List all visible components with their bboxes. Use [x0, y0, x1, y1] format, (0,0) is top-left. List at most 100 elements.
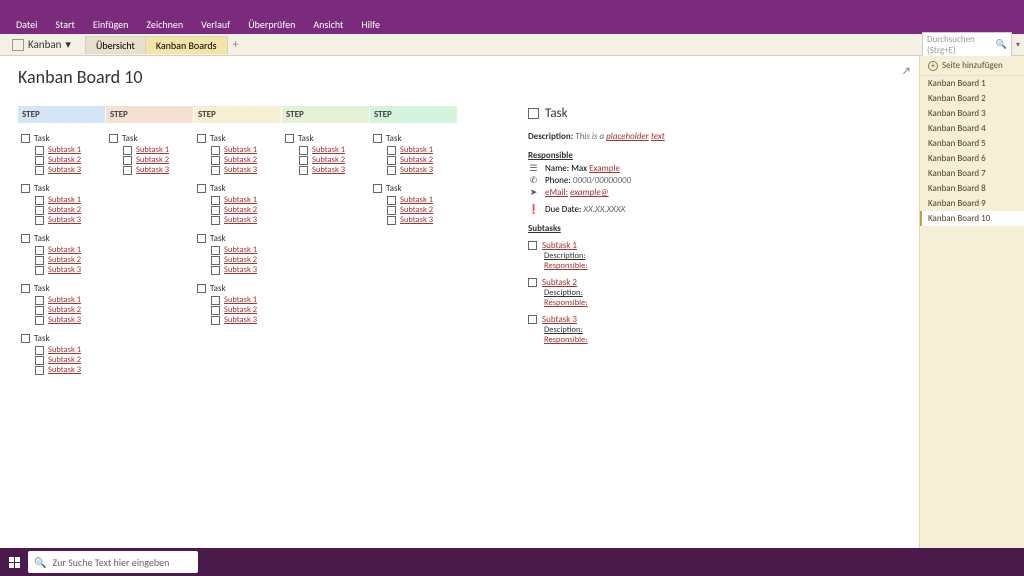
subtask-checkbox[interactable]: [35, 296, 44, 305]
page-canvas[interactable]: ↗ Kanban Board 10 STEPSTEPSTEPSTEPSTEP T…: [0, 56, 919, 548]
subtask-link[interactable]: Subtask 2: [400, 155, 433, 165]
search-scope-chevron-icon[interactable]: ▾: [1016, 40, 1020, 50]
subtask-checkbox[interactable]: [299, 166, 308, 175]
fullscreen-toggle-icon[interactable]: ↗: [902, 64, 911, 77]
subtask-checkbox[interactable]: [211, 316, 220, 325]
subtask-link[interactable]: Subtask 1: [48, 195, 81, 205]
subtask-link[interactable]: Subtask 3: [542, 314, 577, 325]
subtask-link[interactable]: Subtask 3: [400, 165, 433, 175]
subtask-link[interactable]: Subtask 3: [48, 215, 81, 225]
subtask-checkbox[interactable]: [211, 216, 220, 225]
subtask-link[interactable]: Subtask 2: [136, 155, 169, 165]
subtask-checkbox[interactable]: [35, 366, 44, 375]
subtask-link[interactable]: Subtask 3: [48, 265, 81, 275]
subtask-link[interactable]: Subtask 3: [48, 315, 81, 325]
page-list-item[interactable]: Kanban Board 8: [920, 181, 1024, 196]
subtask-checkbox[interactable]: [387, 196, 396, 205]
subtask-checkbox[interactable]: [387, 166, 396, 175]
subtask-checkbox[interactable]: [35, 356, 44, 365]
subtask-checkbox[interactable]: [299, 156, 308, 165]
subtask-checkbox[interactable]: [123, 166, 132, 175]
subtask-link[interactable]: Subtask 2: [48, 155, 81, 165]
subtask-checkbox[interactable]: [528, 241, 537, 250]
subtask-checkbox[interactable]: [35, 206, 44, 215]
menu-start[interactable]: Start: [47, 16, 82, 33]
section-tab[interactable]: Kanban Boards: [145, 36, 228, 54]
subtask-link[interactable]: Subtask 3: [224, 315, 257, 325]
subtask-link[interactable]: Subtask 2: [224, 305, 257, 315]
task-checkbox[interactable]: [197, 134, 206, 143]
task-checkbox[interactable]: [373, 184, 382, 193]
subtask-link[interactable]: Subtask 1: [400, 195, 433, 205]
task-checkbox[interactable]: [109, 134, 118, 143]
page-list-item[interactable]: Kanban Board 6: [920, 151, 1024, 166]
page-list-item[interactable]: Kanban Board 1: [920, 76, 1024, 91]
page-list-item[interactable]: Kanban Board 10: [920, 211, 1024, 226]
task-checkbox[interactable]: [528, 108, 539, 119]
subtask-checkbox[interactable]: [35, 306, 44, 315]
subtask-link[interactable]: Subtask 1: [224, 245, 257, 255]
subtask-checkbox[interactable]: [35, 166, 44, 175]
page-list-item[interactable]: Kanban Board 5: [920, 136, 1024, 151]
page-list-item[interactable]: Kanban Board 4: [920, 121, 1024, 136]
menu-hilfe[interactable]: Hilfe: [353, 16, 388, 33]
subtask-link[interactable]: Subtask 1: [224, 295, 257, 305]
subtask-checkbox[interactable]: [387, 216, 396, 225]
menu-datei[interactable]: Datei: [8, 16, 45, 33]
page-list-item[interactable]: Kanban Board 3: [920, 106, 1024, 121]
subtask-link[interactable]: Subtask 1: [224, 145, 257, 155]
subtask-checkbox[interactable]: [387, 156, 396, 165]
subtask-link[interactable]: Subtask 3: [400, 215, 433, 225]
subtask-link[interactable]: Subtask 2: [48, 305, 81, 315]
task-checkbox[interactable]: [197, 284, 206, 293]
subtask-link[interactable]: Subtask 1: [224, 195, 257, 205]
page-list-item[interactable]: Kanban Board 7: [920, 166, 1024, 181]
start-button[interactable]: [0, 548, 28, 576]
subtask-link[interactable]: Subtask 1: [312, 145, 345, 155]
subtask-checkbox[interactable]: [123, 156, 132, 165]
subtask-checkbox[interactable]: [211, 246, 220, 255]
subtask-link[interactable]: Subtask 2: [400, 205, 433, 215]
menu-überprüfen[interactable]: Überprüfen: [240, 16, 303, 33]
subtask-checkbox[interactable]: [211, 266, 220, 275]
subtask-link[interactable]: Subtask 1: [400, 145, 433, 155]
page-list-item[interactable]: Kanban Board 2: [920, 91, 1024, 106]
subtask-checkbox[interactable]: [35, 196, 44, 205]
subtask-checkbox[interactable]: [35, 316, 44, 325]
subtask-link[interactable]: Subtask 1: [48, 345, 81, 355]
page-title[interactable]: Kanban Board 10: [18, 66, 901, 88]
subtask-link[interactable]: Subtask 3: [224, 265, 257, 275]
task-checkbox[interactable]: [21, 234, 30, 243]
subtask-link[interactable]: Subtask 1: [48, 145, 81, 155]
subtask-checkbox[interactable]: [528, 315, 537, 324]
task-checkbox[interactable]: [285, 134, 294, 143]
subtask-link[interactable]: Subtask 3: [48, 165, 81, 175]
subtask-checkbox[interactable]: [35, 156, 44, 165]
subtask-checkbox[interactable]: [211, 306, 220, 315]
page-list-item[interactable]: Kanban Board 9: [920, 196, 1024, 211]
menu-einfügen[interactable]: Einfügen: [85, 16, 137, 33]
subtask-link[interactable]: Subtask 1: [48, 245, 81, 255]
task-checkbox[interactable]: [21, 184, 30, 193]
task-checkbox[interactable]: [373, 134, 382, 143]
subtask-checkbox[interactable]: [35, 146, 44, 155]
subtask-link[interactable]: Subtask 3: [224, 215, 257, 225]
menu-verlauf[interactable]: Verlauf: [193, 16, 238, 33]
subtask-link[interactable]: Subtask 2: [224, 205, 257, 215]
subtask-checkbox[interactable]: [35, 346, 44, 355]
subtask-checkbox[interactable]: [35, 246, 44, 255]
subtask-checkbox[interactable]: [211, 296, 220, 305]
subtask-link[interactable]: Subtask 3: [224, 165, 257, 175]
subtask-checkbox[interactable]: [35, 256, 44, 265]
subtask-checkbox[interactable]: [211, 196, 220, 205]
subtask-link[interactable]: Subtask 2: [312, 155, 345, 165]
task-checkbox[interactable]: [21, 334, 30, 343]
subtask-checkbox[interactable]: [387, 206, 396, 215]
subtask-checkbox[interactable]: [211, 156, 220, 165]
search-input[interactable]: Durchsuchen (Strg+E) 🔍: [922, 32, 1012, 58]
subtask-checkbox[interactable]: [387, 146, 396, 155]
subtask-link[interactable]: Subtask 2: [48, 355, 81, 365]
subtask-checkbox[interactable]: [299, 146, 308, 155]
subtask-checkbox[interactable]: [123, 146, 132, 155]
subtask-checkbox[interactable]: [35, 216, 44, 225]
